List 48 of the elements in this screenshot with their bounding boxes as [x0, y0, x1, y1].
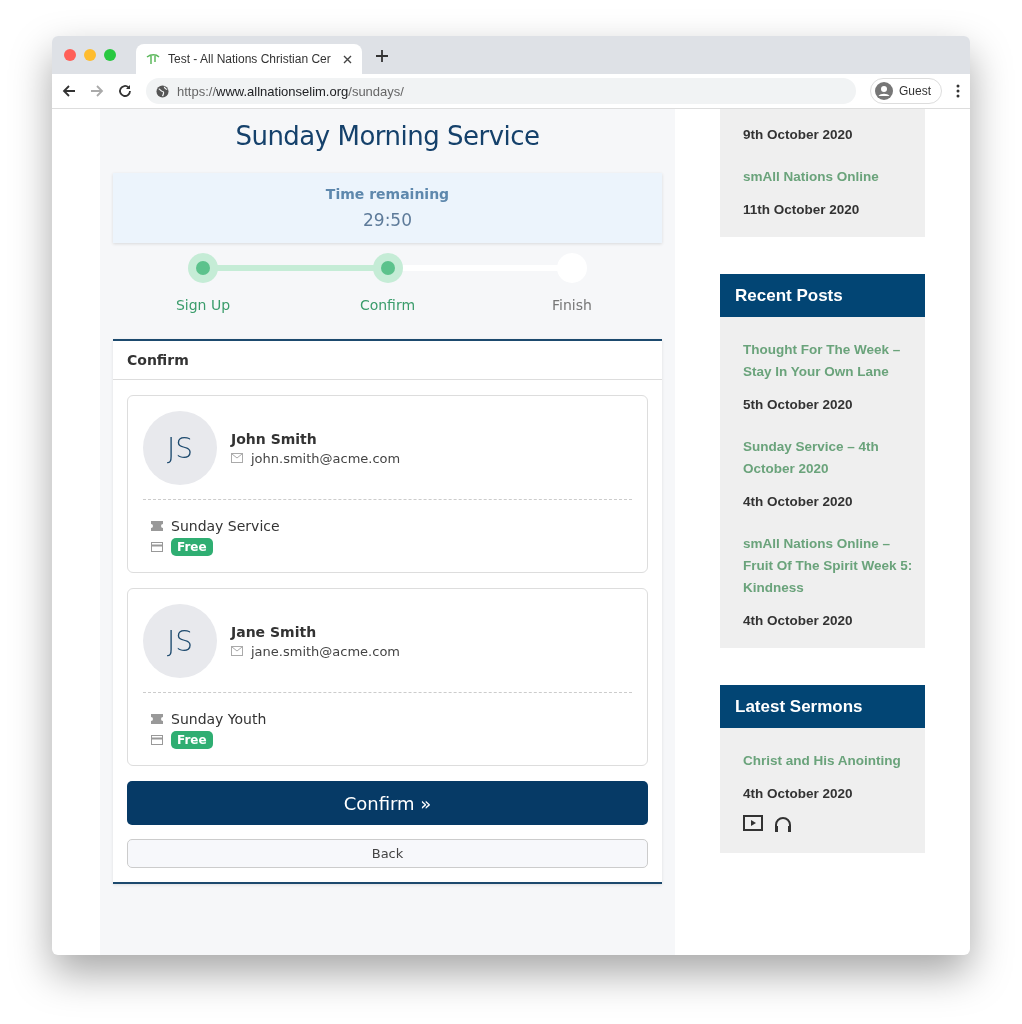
ticket-icon [151, 521, 163, 531]
attendee-name: Jane Smith [231, 623, 318, 640]
back-button[interactable]: Back [127, 839, 648, 868]
tab-title: Test - All Nations Christian Cer [168, 52, 332, 66]
step-label: Sign Up [175, 297, 231, 313]
address-field[interactable]: https://www.allnationselim.org/sundays/ [146, 78, 856, 104]
globe-icon [156, 84, 169, 98]
headphones-icon[interactable] [773, 815, 793, 833]
card-icon [151, 542, 163, 552]
card-icon [151, 735, 163, 745]
post-date: 4th October 2020 [743, 786, 854, 801]
profile-button[interactable]: Guest [870, 78, 942, 104]
attendee-name: John Smith [231, 430, 318, 447]
close-icon[interactable] [343, 54, 352, 64]
post-date: 4th October 2020 [743, 613, 854, 628]
post-date: 11th October 2020 [743, 202, 861, 217]
page-title: Sunday Morning Service [235, 121, 540, 151]
ticket-name: Sunday Service [171, 518, 280, 534]
envelope-icon [231, 453, 243, 463]
post-date: 5th October 2020 [743, 397, 854, 412]
menu-icon[interactable] [956, 84, 960, 98]
url-text: https://www.allnationselim.org/sundays/ [177, 83, 404, 99]
timer-value: 29:50 [363, 210, 412, 230]
ticket-name: Sunday Youth [171, 711, 267, 727]
timer-label: Time remaining [325, 186, 450, 202]
avatar: JS [143, 604, 217, 678]
post-date: 4th October 2020 [743, 494, 854, 509]
price-badge: Free [171, 731, 213, 749]
confirm-button[interactable]: Confirm » [127, 781, 648, 825]
step-label: Finish [552, 297, 592, 313]
widget-heading: Recent Posts [720, 274, 925, 317]
step-label: Confirm [359, 297, 416, 313]
post-date: 9th October 2020 [743, 127, 854, 142]
video-icon[interactable] [743, 815, 763, 831]
panel-heading: Confirm [113, 341, 662, 380]
ticket-icon [151, 714, 163, 724]
attendee-email: jane.smith@acme.com [251, 643, 400, 659]
attendee-email: john.smith@acme.com [251, 450, 401, 466]
back-icon[interactable] [62, 84, 76, 98]
reload-icon[interactable] [118, 84, 132, 98]
leaf-icon [146, 53, 160, 65]
price-badge: Free [171, 538, 213, 556]
plus-icon[interactable] [376, 49, 388, 62]
person-icon [875, 82, 893, 100]
avatar: JS [143, 411, 217, 485]
widget-heading: Latest Sermons [720, 685, 925, 728]
browser-tab[interactable]: Test - All Nations Christian Cer [136, 44, 362, 74]
envelope-icon [231, 646, 243, 656]
